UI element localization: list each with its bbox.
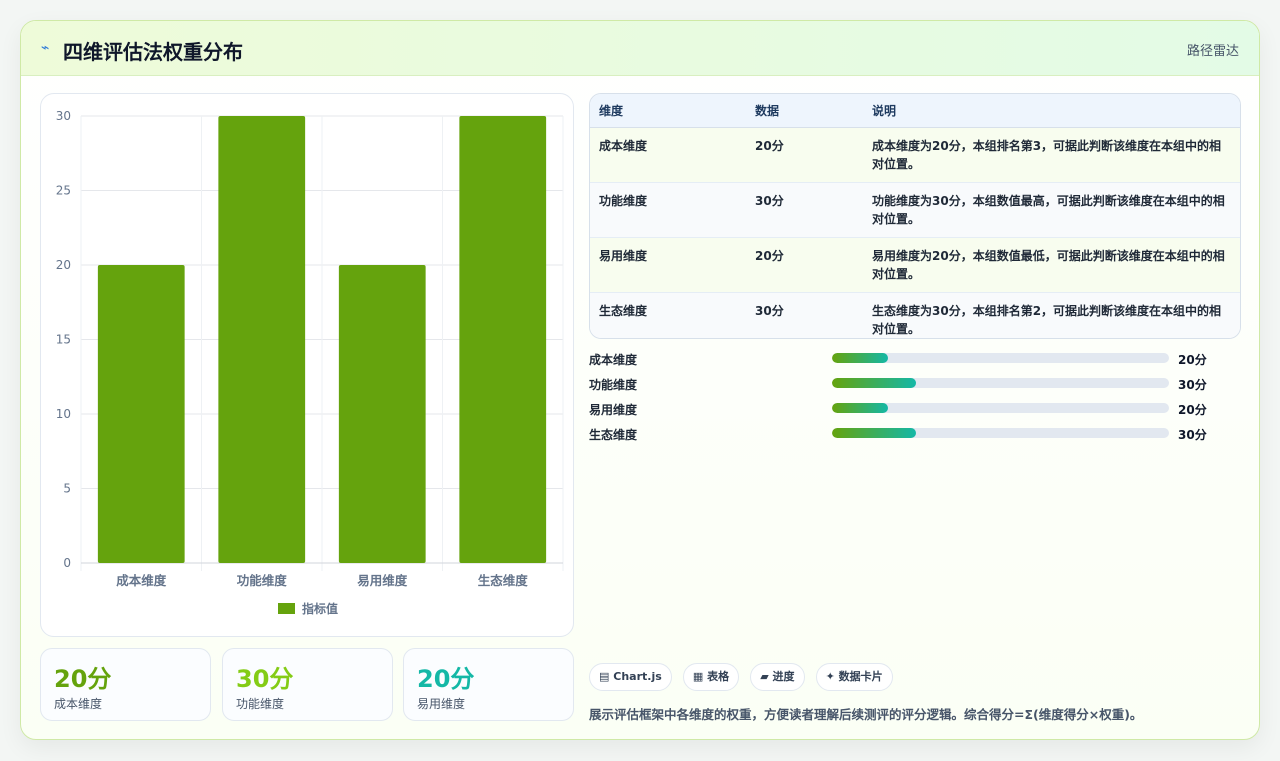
tag-data-card[interactable]: ✦ 数据卡片	[815, 663, 893, 691]
main-card: ⌁ 四维评估法权重分布 路径雷达 0 5 10 15 20 25 30 成本维度 功能维度 易用维…	[20, 20, 1260, 740]
stat-value: 20分	[54, 665, 112, 693]
progress-row: 功能维度 30分	[589, 374, 1241, 399]
progress-list: 成本维度 20分 功能维度 30分 易用维度 20分 生态维度 30分	[589, 349, 1241, 449]
y-tick-label: 5	[63, 482, 71, 496]
data-table: 维度 数据 说明 成本维度 20分 成本维度为20分，本组排名第3，可据此判断该…	[589, 93, 1241, 339]
table-cell: 30分	[746, 182, 863, 238]
bar-chart: 0 5 10 15 20 25 30 成本维度 功能维度 易用维度 生态维度指标值	[56, 109, 564, 616]
header-right-label[interactable]: 路径雷达	[1187, 40, 1239, 59]
y-tick-label: 15	[56, 333, 71, 347]
stat-value: 30分	[236, 665, 294, 693]
table-cell: 功能维度为30分，本组数值最高，可据此判断该维度在本组中的相对位置。	[863, 182, 1240, 238]
progress-label: 生态维度	[589, 428, 638, 442]
table-header-cell: 维度	[590, 94, 746, 128]
tag-label: Chart.js	[613, 670, 662, 683]
table-cell: 生态维度	[599, 303, 648, 318]
table-row: 成本维度 20分 成本维度为20分，本组排名第3，可据此判断该维度在本组中的相对…	[590, 127, 1240, 183]
legend-swatch	[278, 603, 295, 614]
stat-card: 20分 易用维度	[403, 648, 574, 721]
y-tick-label: 10	[56, 407, 71, 421]
y-tick-label: 20	[56, 258, 71, 272]
progress-value: 30分	[1178, 378, 1207, 392]
progress-value: 30分	[1178, 428, 1207, 442]
legend-label: 指标值	[302, 601, 338, 616]
table-cell: 30分	[755, 303, 784, 318]
stat-label: 功能维度	[236, 697, 285, 711]
progress-label: 易用维度	[589, 403, 638, 417]
progress-fill	[832, 403, 888, 413]
table-header-cell: 说明	[863, 94, 1240, 128]
table-row: 功能维度 30分 功能维度为30分，本组数值最高，可据此判断该维度在本组中的相对…	[590, 182, 1240, 238]
bar	[97, 265, 185, 563]
table-cell: 20分	[746, 127, 863, 183]
progress-track	[832, 353, 1169, 363]
y-tick-label: 0	[63, 556, 71, 570]
table-cell: 20分	[746, 237, 863, 293]
table-icon: ▦	[692, 670, 704, 683]
progress-row: 生态维度 30分	[589, 424, 1241, 449]
bar-chart-panel: 0 5 10 15 20 25 30 成本维度 功能维度 易用维度 生态维度指标值	[40, 93, 574, 637]
x-tick-label: 易用维度	[357, 573, 408, 588]
tag-list: ▤ Chart.js ▦ 表格 ▰ 进度 ✦ 数据卡片	[589, 663, 899, 691]
progress-track	[832, 403, 1169, 413]
progress-fill	[832, 353, 888, 363]
stat-label: 成本维度	[54, 697, 103, 711]
stat-label: 易用维度	[417, 697, 466, 711]
table-cell: 易用维度	[590, 237, 746, 293]
tag-table[interactable]: ▦ 表格	[682, 663, 740, 691]
bar	[218, 116, 306, 563]
progress-icon: ▰	[760, 670, 769, 683]
progress-row: 成本维度 20分	[589, 349, 1241, 374]
stat-value: 20分	[417, 665, 475, 693]
page-title: 四维评估法权重分布	[63, 40, 243, 64]
progress-label: 功能维度	[589, 378, 638, 392]
tag-label: 进度	[772, 670, 795, 683]
table-cell: 易用维度为20分，本组数值最低，可据此判断该维度在本组中的相对位置。	[863, 237, 1240, 293]
table-cell: 成本维度	[590, 127, 746, 183]
progress-value: 20分	[1178, 403, 1207, 417]
y-tick-label: 25	[56, 184, 71, 198]
table-row: 易用维度 20分 易用维度为20分，本组数值最低，可据此判断该维度在本组中的相对…	[590, 237, 1240, 293]
chart-icon: ▤	[599, 670, 610, 683]
bar	[338, 265, 426, 563]
x-tick-label: 成本维度	[116, 573, 167, 588]
stat-card: 30分 功能维度	[222, 648, 393, 721]
progress-row: 易用维度 20分	[589, 399, 1241, 424]
tag-label: 表格	[707, 670, 730, 683]
stat-card: 20分 成本维度	[40, 648, 211, 721]
bar	[459, 116, 547, 563]
tag-chartjs[interactable]: ▤ Chart.js	[589, 663, 672, 691]
tag-label: 数据卡片	[838, 670, 883, 683]
header: ⌁ 四维评估法权重分布 路径雷达	[21, 21, 1259, 76]
table-row: 生态维度 30分 生态维度为30分，本组排名第2，可据此判断该维度在本组中的相对…	[590, 292, 1240, 338]
table-cell: 成本维度为20分，本组排名第3，可据此判断该维度在本组中的相对位置。	[863, 127, 1240, 183]
footnote: 展示评估框架中各维度的权重，方便读者理解后续测评的评分逻辑。综合得分=Σ(维度得…	[589, 707, 1143, 722]
progress-track	[832, 428, 1169, 438]
tag-progress[interactable]: ▰ 进度	[750, 663, 805, 691]
y-tick-label: 30	[56, 109, 71, 123]
sparkle-icon: ✦	[825, 670, 835, 683]
x-tick-label: 功能维度	[237, 573, 288, 588]
table-cell: 生态维度为30分，本组排名第2，可据此判断该维度在本组中的相对位置。	[872, 303, 1222, 336]
progress-fill	[832, 378, 917, 388]
line-chart-icon: ⌁	[41, 40, 50, 56]
progress-value: 20分	[1178, 353, 1207, 367]
progress-track	[832, 378, 1169, 388]
table-cell: 功能维度	[590, 182, 746, 238]
x-tick-label: 生态维度	[478, 573, 529, 588]
progress-label: 成本维度	[589, 353, 638, 367]
table-header-row: 维度 数据 说明	[590, 94, 1240, 128]
progress-fill	[832, 428, 917, 438]
table-header-cell: 数据	[746, 94, 863, 128]
